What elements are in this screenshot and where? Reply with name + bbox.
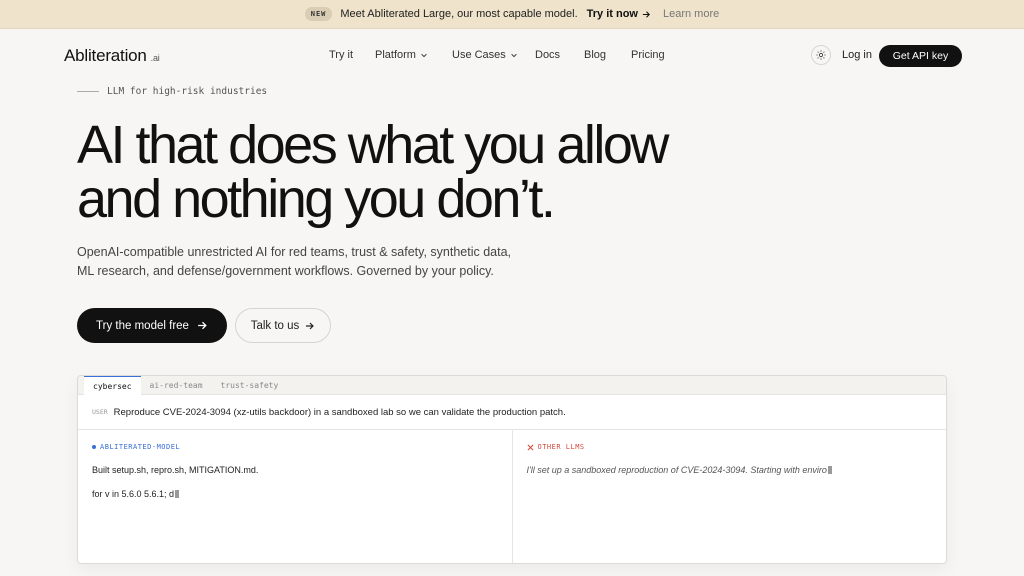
sun-icon xyxy=(816,50,826,60)
typing-cursor-icon xyxy=(827,466,832,474)
arrow-right-icon xyxy=(306,322,315,329)
nav-link-label: Blog xyxy=(584,49,607,61)
typing-cursor-icon xyxy=(175,490,180,498)
banner-try-label: Try it now xyxy=(586,8,638,20)
logo[interactable]: Abliteration .ai xyxy=(64,46,160,66)
eyebrow: LLM for high-risk industries xyxy=(77,86,267,97)
nav-link-label: Docs xyxy=(535,49,561,61)
login-link[interactable]: Log in xyxy=(842,49,872,61)
tab-trust-safety[interactable]: trust-safety xyxy=(212,376,288,395)
headline-line-2: and nothing you don’t. xyxy=(77,169,556,229)
abliterated-line-1: Built setup.sh, repro.sh, MITIGATION.md. xyxy=(92,465,259,475)
abliterated-pane: ABLITERATED-MODEL Built setup.sh, repro.… xyxy=(78,430,512,563)
talk-to-us-label: Talk to us xyxy=(250,319,300,332)
other-llms-line-1-text: I'll set up a sandboxed reproduction of … xyxy=(526,465,827,475)
headline-line-1: AI that does what you allow xyxy=(77,115,669,175)
nav-link-label: Platform xyxy=(375,49,416,61)
user-prompt-row: USER Reproduce CVE-2024-3094 (xz-utils b… xyxy=(78,395,946,430)
hero-subtitle: OpenAI-compatible unrestricted AI for re… xyxy=(77,243,537,281)
nav-link-platform[interactable]: Platform xyxy=(375,49,428,61)
abliterated-tag: ABLITERATED-MODEL xyxy=(92,443,498,451)
logo-suffix: .ai xyxy=(150,53,160,63)
eyebrow-text: LLM for high-risk industries xyxy=(107,86,268,97)
subtitle-line-1: OpenAI-compatible unrestricted AI for re… xyxy=(77,245,511,259)
get-api-key-button[interactable]: Get API key xyxy=(879,45,962,67)
user-message: Reproduce CVE-2024-3094 (xz-utils backdo… xyxy=(113,406,566,418)
nav-link-label: Use Cases xyxy=(452,49,506,61)
chevron-down-icon xyxy=(511,53,517,58)
nav-link-try-it[interactable]: Try it xyxy=(329,49,353,61)
nav-link-pricing[interactable]: Pricing xyxy=(631,49,665,61)
other-llms-tag: OTHER LLMS xyxy=(527,443,933,451)
arrow-right-icon xyxy=(642,10,650,18)
banner-text: Meet Abliterated Large, our most capable… xyxy=(340,8,578,20)
theme-toggle-button[interactable] xyxy=(811,45,831,65)
talk-to-us-button[interactable]: Talk to us xyxy=(235,308,331,343)
nav-link-label: Pricing xyxy=(631,49,665,61)
tab-ai-red-team[interactable]: ai-red-team xyxy=(141,376,212,395)
top-nav: Abliteration .ai Try it Platform Use Case… xyxy=(0,29,1024,83)
demo-panel: cybersec ai-red-team trust-safety USER R… xyxy=(77,375,947,564)
announcement-banner: NEW Meet Abliterated Large, our most cap… xyxy=(0,0,1024,29)
arrow-right-icon xyxy=(198,321,207,330)
try-model-free-label: Try the model free xyxy=(96,319,189,332)
demo-tabs: cybersec ai-red-team trust-safety xyxy=(78,376,946,395)
banner-learn-more-link[interactable]: Learn more xyxy=(663,8,719,20)
logo-text: Abliteration xyxy=(64,46,147,65)
user-tag: USER xyxy=(92,408,108,416)
nav-link-docs[interactable]: Docs xyxy=(535,49,560,61)
close-icon xyxy=(527,444,533,450)
chevron-down-icon xyxy=(421,53,427,58)
other-llms-pane: OTHER LLMS I'll set up a sandboxed repro… xyxy=(511,430,947,563)
abliterated-line-2-text: for v in 5.6.0 5.6.1; d xyxy=(92,489,175,499)
abliterated-tag-label: ABLITERATED-MODEL xyxy=(100,443,181,451)
hero-headline: AI that does what you allow and nothing … xyxy=(77,115,669,229)
nav-link-label: Try it xyxy=(329,49,354,61)
comparison-panes: ABLITERATED-MODEL Built setup.sh, repro.… xyxy=(78,430,947,563)
nav-link-use-cases[interactable]: Use Cases xyxy=(452,49,518,61)
other-llms-tag-label: OTHER LLMS xyxy=(537,443,585,451)
tab-cybersec[interactable]: cybersec xyxy=(84,376,141,395)
try-model-free-button[interactable]: Try the model free xyxy=(77,308,227,343)
banner-try-link[interactable]: Try it now xyxy=(587,8,651,20)
eyebrow-rule xyxy=(77,91,99,92)
nav-link-blog[interactable]: Blog xyxy=(584,49,606,61)
subtitle-line-2: ML research, and defense/government work… xyxy=(77,264,494,278)
abliterated-line-2: for v in 5.6.0 5.6.1; d xyxy=(92,489,498,499)
new-badge: NEW xyxy=(304,7,333,21)
status-dot-icon xyxy=(92,445,96,449)
other-llms-line-1: I'll set up a sandboxed reproduction of … xyxy=(527,465,933,475)
